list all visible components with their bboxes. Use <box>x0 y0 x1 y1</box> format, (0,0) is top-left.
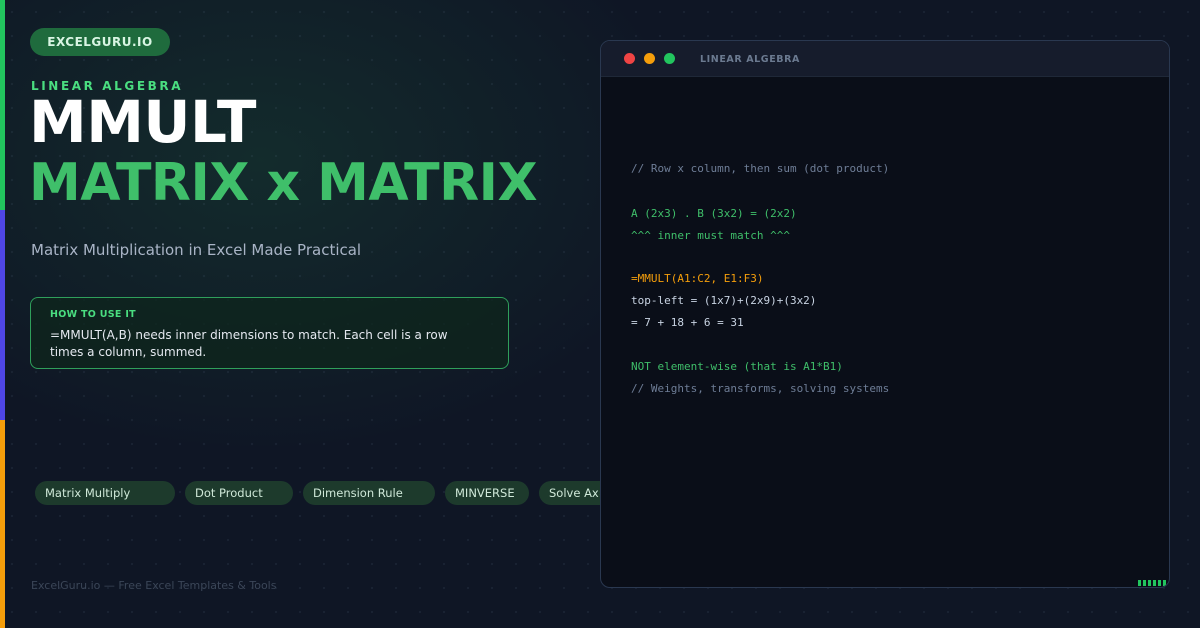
tag-minverse[interactable]: MINVERSE <box>445 481 529 505</box>
minimize-dot-icon[interactable] <box>644 53 655 64</box>
corner-pattern <box>1138 580 1168 586</box>
tip-heading: HOW TO USE IT <box>50 309 136 320</box>
accent-bar-green <box>0 0 5 210</box>
window-titlebar: LINEAR ALGEBRA <box>601 41 1169 77</box>
tip-text: =MMULT(A,B) needs inner dimensions to ma… <box>50 328 448 359</box>
accent-bar-orange <box>0 420 5 628</box>
topic-tags: Matrix Multiply Dot Product Dimension Ru… <box>35 481 600 505</box>
tag-matrix-multiply[interactable]: Matrix Multiply <box>35 481 175 505</box>
page-title-secondary: MATRIX x MATRIX <box>29 153 538 213</box>
code-line-formula: =MMULT(A1:C2, E1:F3) <box>631 272 764 285</box>
code-line-inner-match: ^^^ inner must match ^^^ <box>631 229 790 242</box>
code-line-uses: // Weights, transforms, solving systems <box>631 382 890 395</box>
tag-solve-axb[interactable]: Solve Ax=b <box>539 481 600 505</box>
close-dot-icon[interactable] <box>624 53 635 64</box>
brand-badge[interactable]: EXCELGURU.IO <box>30 28 170 56</box>
window-title: LINEAR ALGEBRA <box>700 54 801 65</box>
code-line-top-left: top-left = (1x7)+(2x9)+(3x2) <box>631 294 817 307</box>
code-line-dimensions: A (2x3) . B (3x2) = (2x2) <box>631 207 797 220</box>
brand-label: EXCELGURU.IO <box>47 35 153 49</box>
footer-text: ExcelGuru.io — Free Excel Templates & To… <box>31 579 277 592</box>
code-line-comment: // Row x column, then sum (dot product) <box>631 162 890 175</box>
accent-bar-blue <box>0 210 5 420</box>
tag-dimension-rule[interactable]: Dimension Rule <box>303 481 435 505</box>
page-subtitle: Matrix Multiplication in Excel Made Prac… <box>31 241 362 259</box>
maximize-dot-icon[interactable] <box>664 53 675 64</box>
tag-dot-product[interactable]: Dot Product <box>185 481 293 505</box>
page-title: MMULT <box>29 88 256 156</box>
code-line-not-elementwise: NOT element-wise (that is A1*B1) <box>631 360 843 373</box>
code-line-result: = 7 + 18 + 6 = 31 <box>631 316 744 329</box>
usage-tip-card: HOW TO USE IT =MMULT(A,B) needs inner di… <box>30 297 509 369</box>
code-window: LINEAR ALGEBRA // Row x column, then sum… <box>600 40 1170 588</box>
